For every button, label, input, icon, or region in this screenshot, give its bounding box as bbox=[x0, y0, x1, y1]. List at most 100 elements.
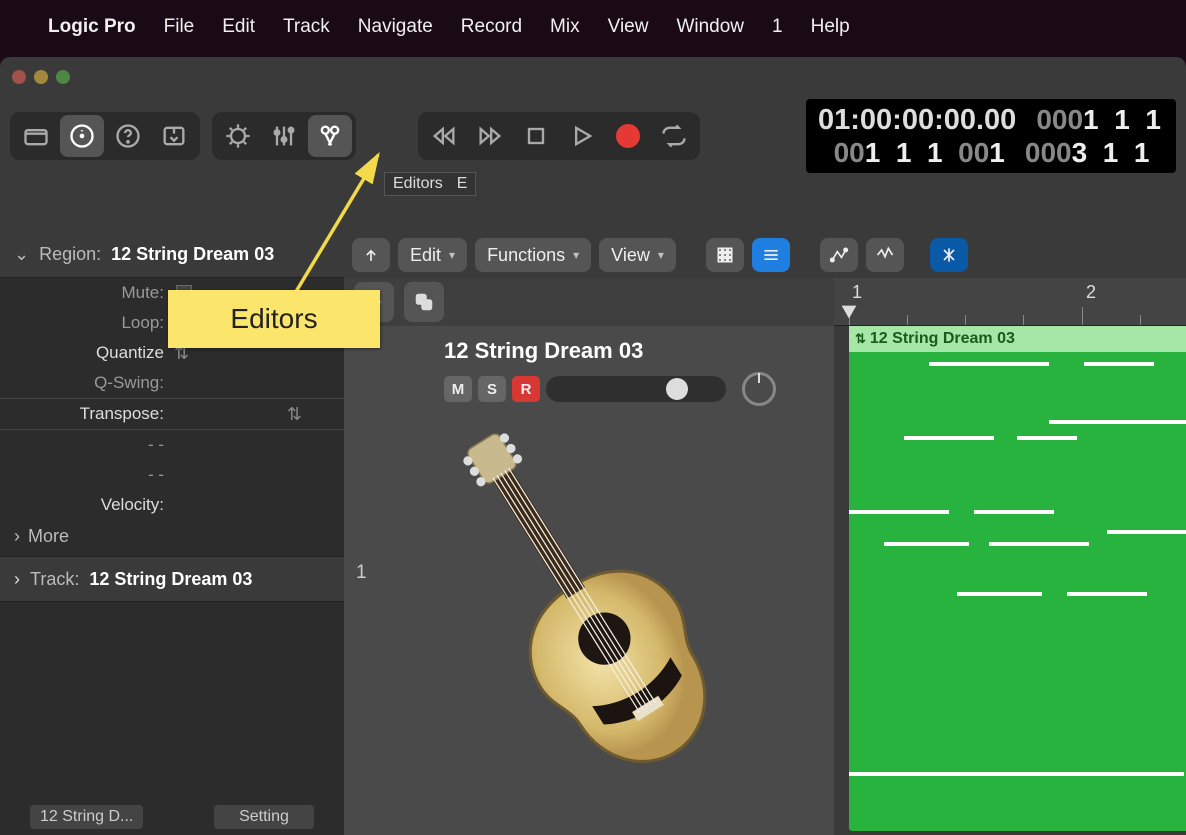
loop-label: Loop: bbox=[0, 313, 170, 333]
duplicate-track-button[interactable] bbox=[404, 282, 444, 322]
dash-2: - - bbox=[0, 465, 170, 485]
menu-1[interactable]: 1 bbox=[772, 16, 783, 38]
lcd-bars-bottom: 0003 1 1 bbox=[1025, 137, 1150, 169]
velocity-label: Velocity: bbox=[0, 495, 170, 515]
record-enable-button[interactable]: R bbox=[512, 376, 540, 402]
menu-track[interactable]: Track bbox=[283, 16, 330, 38]
list-view-button[interactable] bbox=[752, 238, 790, 272]
editors-tooltip: EditorsE bbox=[384, 172, 476, 196]
menu-edit[interactable]: Edit bbox=[222, 16, 255, 38]
midi-note bbox=[957, 592, 1042, 596]
midi-note bbox=[1017, 436, 1077, 440]
midi-note bbox=[1107, 530, 1186, 534]
more-disclosure[interactable]: ›More bbox=[0, 520, 344, 552]
transpose-stepper-icon[interactable]: ⇅ bbox=[287, 404, 302, 425]
transpose-label: Transpose: bbox=[0, 404, 170, 424]
chevron-right-icon: › bbox=[14, 569, 20, 590]
titlebar bbox=[0, 57, 1186, 97]
mute-label: Mute: bbox=[0, 283, 170, 303]
stop-button[interactable] bbox=[514, 115, 558, 157]
zoom-button[interactable] bbox=[56, 70, 70, 84]
app-menu[interactable]: Logic Pro bbox=[48, 16, 136, 38]
region-header[interactable]: ⌄ Region: 12 String Dream 03 bbox=[0, 232, 344, 278]
midi-note bbox=[929, 362, 1049, 366]
midi-note bbox=[974, 510, 1054, 514]
menu-help[interactable]: Help bbox=[811, 16, 850, 38]
back-button[interactable] bbox=[352, 238, 390, 272]
chevron-right-icon: › bbox=[14, 526, 20, 547]
midi-note bbox=[1107, 420, 1186, 424]
smart-controls-button[interactable] bbox=[216, 115, 260, 157]
midi-note bbox=[1067, 592, 1147, 596]
menu-view[interactable]: View bbox=[608, 16, 649, 38]
lcd-bars-top: 0001 1 1 bbox=[1036, 104, 1161, 137]
pan-knob[interactable] bbox=[742, 372, 776, 406]
loop-stepper-icon: ⇅ bbox=[855, 331, 866, 347]
quick-help-button[interactable] bbox=[106, 115, 150, 157]
volume-slider[interactable] bbox=[546, 376, 726, 402]
midi-note bbox=[904, 436, 994, 440]
rewind-button[interactable] bbox=[422, 115, 466, 157]
edit-menu[interactable]: Edit▾ bbox=[398, 238, 467, 272]
ruler[interactable]: 1 2 bbox=[834, 278, 1186, 326]
tracks-toolbar: Edit▾ Functions▾ View▾ bbox=[344, 232, 1186, 278]
arrange-area[interactable]: 1 2 ⇅ 12 String Dream 03 bbox=[834, 326, 1186, 835]
channel-strip-footer: 12 String D... Setting bbox=[0, 799, 344, 835]
midi-region[interactable]: ⇅ 12 String Dream 03 bbox=[849, 326, 1186, 831]
chevron-down-icon: ▾ bbox=[449, 248, 455, 262]
flex-button[interactable] bbox=[866, 238, 904, 272]
region-name-label: 12 String Dream 03 bbox=[870, 330, 1015, 348]
forward-button[interactable] bbox=[468, 115, 512, 157]
control-bar: 01:00:00:00.00 0001 1 1 001 1 1 001 0003… bbox=[0, 97, 1186, 175]
lcd-position: 001 1 1 001 bbox=[818, 137, 1005, 169]
mixer-button[interactable] bbox=[262, 115, 306, 157]
chevron-down-icon: ▾ bbox=[573, 248, 579, 262]
app-window: 01:00:00:00.00 0001 1 1 001 1 1 001 0003… bbox=[0, 57, 1186, 835]
view-menu[interactable]: View▾ bbox=[599, 238, 676, 272]
track-header[interactable]: › Track: 12 String Dream 03 bbox=[0, 556, 344, 602]
menu-record[interactable]: Record bbox=[461, 16, 522, 38]
catch-playhead-button[interactable] bbox=[930, 238, 968, 272]
functions-menu[interactable]: Functions▾ bbox=[475, 238, 591, 272]
library-button[interactable] bbox=[14, 115, 58, 157]
editors-button[interactable] bbox=[308, 115, 352, 157]
toolbar-button[interactable] bbox=[152, 115, 196, 157]
record-button[interactable] bbox=[606, 115, 650, 157]
lcd-smpte: 01:00:00:00.00 bbox=[818, 104, 1016, 137]
grid-view-button[interactable] bbox=[706, 238, 744, 272]
track-label: Track: bbox=[30, 569, 79, 590]
mute-button[interactable]: M bbox=[444, 376, 472, 402]
menu-window[interactable]: Window bbox=[676, 16, 744, 38]
track-number: 1 bbox=[356, 562, 367, 584]
volume-thumb[interactable] bbox=[666, 378, 688, 400]
midi-note bbox=[989, 542, 1089, 546]
chevron-down-icon: ⌄ bbox=[14, 244, 29, 265]
menu-navigate[interactable]: Navigate bbox=[358, 16, 433, 38]
play-button[interactable] bbox=[560, 115, 604, 157]
region-label: Region: bbox=[39, 244, 101, 265]
minimize-button[interactable] bbox=[34, 70, 48, 84]
tracks-area: Edit▾ Functions▾ View▾ 1 bbox=[344, 232, 1186, 835]
midi-note bbox=[849, 510, 949, 514]
cycle-button[interactable] bbox=[652, 115, 696, 157]
setting-chip[interactable]: Setting bbox=[214, 805, 314, 829]
track-name: 12 String Dream 03 bbox=[89, 569, 252, 590]
track-icon-guitar bbox=[424, 406, 744, 806]
chevron-down-icon: ▾ bbox=[658, 248, 664, 262]
automation-button[interactable] bbox=[820, 238, 858, 272]
close-button[interactable] bbox=[12, 70, 26, 84]
midi-note bbox=[884, 542, 969, 546]
editors-callout: Editors bbox=[168, 290, 380, 348]
midi-note bbox=[849, 772, 1184, 776]
menubar: Logic Pro File Edit Track Navigate Recor… bbox=[0, 0, 1186, 54]
qswing-label: Q-Swing: bbox=[0, 373, 170, 393]
menu-file[interactable]: File bbox=[164, 16, 195, 38]
lcd-display[interactable]: 01:00:00:00.00 0001 1 1 001 1 1 001 0003… bbox=[806, 99, 1176, 173]
timeline-body[interactable]: ⇅ 12 String Dream 03 bbox=[834, 326, 1186, 835]
inspector-button[interactable] bbox=[60, 115, 104, 157]
menu-mix[interactable]: Mix bbox=[550, 16, 580, 38]
track-title[interactable]: 12 String Dream 03 bbox=[444, 338, 834, 364]
solo-button[interactable]: S bbox=[478, 376, 506, 402]
channel-name-chip[interactable]: 12 String D... bbox=[30, 805, 143, 829]
playhead[interactable] bbox=[838, 302, 860, 329]
